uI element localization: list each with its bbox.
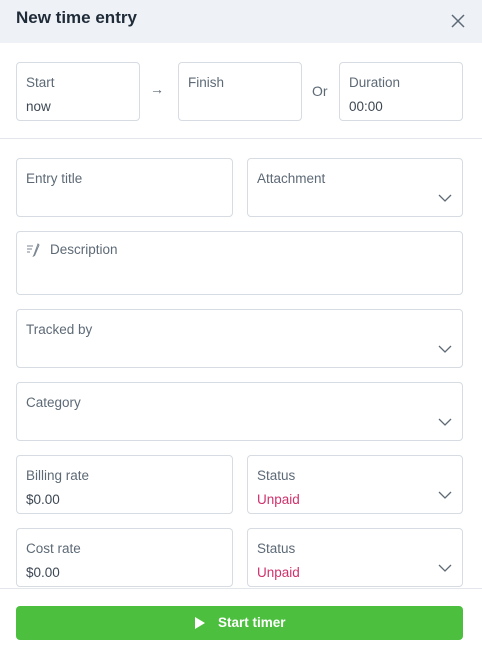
tracked-by-label: Tracked by bbox=[26, 322, 93, 337]
cost-rate-value: $0.00 bbox=[26, 565, 60, 580]
attachment-select[interactable]: Attachment bbox=[247, 158, 463, 217]
entry-title-field[interactable]: Entry title bbox=[16, 158, 233, 217]
billing-status-select[interactable]: Status Unpaid bbox=[247, 455, 463, 514]
or-separator: Or bbox=[312, 83, 328, 99]
section-divider bbox=[0, 138, 482, 139]
start-timer-label: Start timer bbox=[218, 615, 286, 630]
arrow-right-icon: → bbox=[150, 81, 164, 97]
cost-status-value: Unpaid bbox=[257, 565, 300, 580]
chevron-down-icon bbox=[438, 418, 452, 426]
play-icon bbox=[195, 617, 205, 629]
dialog-title: New time entry bbox=[16, 8, 137, 27]
category-label: Category bbox=[26, 395, 81, 410]
tracked-by-select[interactable]: Tracked by bbox=[16, 309, 463, 368]
footer-divider bbox=[0, 588, 482, 589]
duration-field[interactable]: Duration 00:00 bbox=[339, 62, 463, 121]
billing-rate-label: Billing rate bbox=[26, 468, 90, 483]
start-timer-button[interactable]: Start timer bbox=[16, 606, 463, 640]
close-icon[interactable] bbox=[449, 12, 467, 30]
cost-status-select[interactable]: Status Unpaid bbox=[247, 528, 463, 587]
chevron-down-icon bbox=[438, 345, 452, 353]
billing-rate-value: $0.00 bbox=[26, 492, 60, 507]
duration-label: Duration bbox=[349, 75, 401, 90]
start-label: Start bbox=[26, 75, 55, 90]
chevron-down-icon bbox=[438, 491, 452, 499]
duration-value: 00:00 bbox=[349, 99, 383, 114]
cost-rate-field[interactable]: Cost rate $0.00 bbox=[16, 528, 233, 587]
finish-label: Finish bbox=[188, 75, 225, 90]
billing-status-label: Status bbox=[257, 468, 296, 483]
chevron-down-icon bbox=[438, 194, 452, 202]
dialog-header: New time entry bbox=[0, 0, 482, 43]
chevron-down-icon bbox=[438, 564, 452, 572]
cost-rate-label: Cost rate bbox=[26, 541, 81, 556]
category-select[interactable]: Category bbox=[16, 382, 463, 441]
finish-field[interactable]: Finish bbox=[178, 62, 302, 121]
attachment-label: Attachment bbox=[257, 171, 326, 186]
cost-status-label: Status bbox=[257, 541, 296, 556]
description-icon bbox=[27, 243, 40, 257]
description-label: Description bbox=[50, 242, 118, 257]
description-field[interactable]: Description bbox=[16, 231, 463, 295]
start-field[interactable]: Start now bbox=[16, 62, 140, 121]
entry-title-label: Entry title bbox=[26, 171, 83, 186]
billing-rate-field[interactable]: Billing rate $0.00 bbox=[16, 455, 233, 514]
billing-status-value: Unpaid bbox=[257, 492, 300, 507]
start-value: now bbox=[26, 99, 51, 114]
